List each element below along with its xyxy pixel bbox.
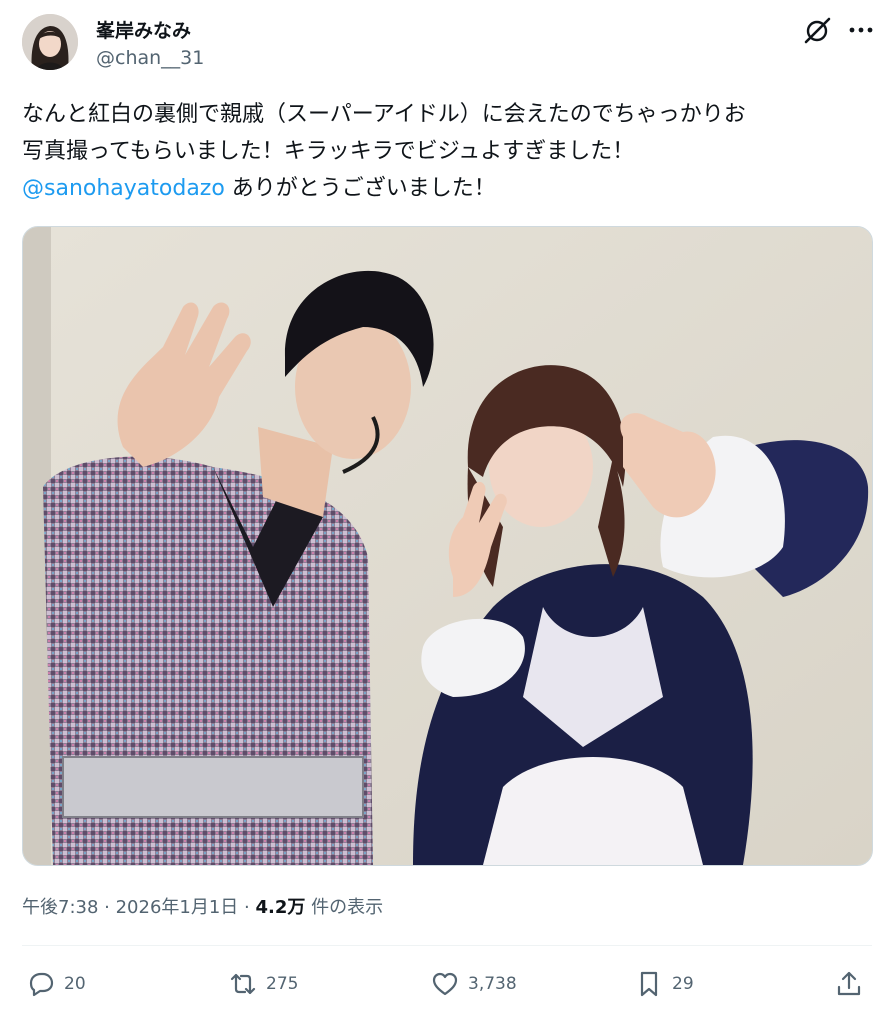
reply-count: 20 [64,974,86,994]
tweet-text-line: @sanohayatodazo ありがとうございました！ [22,170,872,207]
views-label: 件の表示 [305,897,384,918]
views-count: 4.2万 [255,897,306,918]
avatar[interactable] [22,14,78,70]
tweet-header: 峯岸みなみ @chan__31 [22,14,873,74]
mention-link[interactable]: @sanohayatodazo [22,176,225,201]
more-icon[interactable] [846,14,876,46]
bookmark-icon [640,971,658,997]
repost-button[interactable]: 275 [228,962,298,1006]
tweet-text-line: 写真撮ってもらいました！キラッキラでビジュよすぎました！ [22,139,635,164]
bookmark-button[interactable]: 29 [634,962,694,1006]
tweet-date[interactable]: 2026年1月1日 [116,897,239,918]
reply-button[interactable]: 20 [26,962,86,1006]
meta-separator: · [98,897,116,918]
tweet-text-rest: ありがとうございました！ [224,176,496,201]
share-icon [837,971,861,996]
tweet-text: なんと紅白の裏側で親戚（スーパーアイドル）に会えたのでちゃっかりお 写真撮っても… [22,96,872,207]
divider [22,945,872,946]
bookmark-count: 29 [672,974,694,994]
share-button[interactable] [834,962,864,1006]
display-name[interactable]: 峯岸みなみ [96,16,191,43]
like-count: 3,738 [468,974,517,994]
tweet-photo[interactable] [22,226,873,866]
like-button[interactable]: 3,738 [430,962,517,1006]
repost-icon [230,973,256,995]
grok-icon[interactable] [802,14,834,46]
tweet-text-line: なんと紅白の裏側で親戚（スーパーアイドル）に会えたのでちゃっかりお [22,102,746,127]
action-bar: 20 275 3,738 29 [22,962,872,1006]
repost-count: 275 [266,974,299,994]
photo-illustration [23,227,872,865]
user-handle[interactable]: @chan__31 [96,47,204,69]
reply-icon [29,972,54,997]
tweet-time[interactable]: 午後7:38 [22,897,98,918]
like-icon [432,972,458,996]
tweet-meta: 午後7:38 · 2026年1月1日 · 4.2万 件の表示 [22,893,383,919]
meta-separator: · [238,897,256,918]
